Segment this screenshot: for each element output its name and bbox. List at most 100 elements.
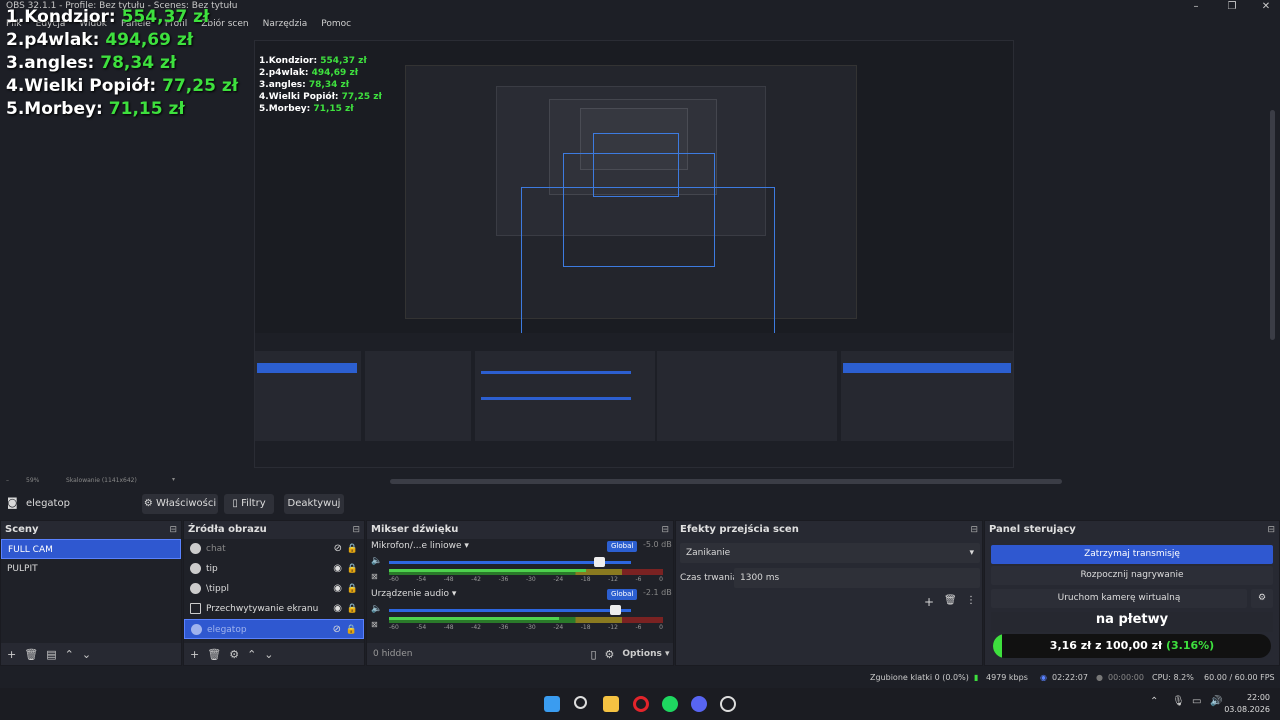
- windows-start-icon[interactable]: [544, 696, 560, 712]
- lock-icon[interactable]: 🔒: [347, 539, 358, 559]
- file-explorer-icon[interactable]: [603, 696, 619, 712]
- dock-menu-icon[interactable]: ⊟: [970, 521, 978, 539]
- zoom-minus-button[interactable]: –: [6, 477, 9, 484]
- chevron-up-icon[interactable]: ⌃: [1150, 696, 1158, 707]
- start-recording-button[interactable]: Rozpocznij nagrywanie: [991, 566, 1273, 585]
- source-item-elegatop[interactable]: elegatop ⊘ 🔒: [184, 619, 364, 639]
- discord-icon[interactable]: [691, 696, 707, 712]
- trash-icon[interactable]: 🗑: [944, 595, 957, 606]
- preview-dock-reflection: [255, 333, 1013, 467]
- eye-icon[interactable]: ◉: [333, 599, 342, 619]
- fps: 60.00 / 60.00 FPS: [1204, 673, 1275, 682]
- monitor-icon[interactable]: ⊠: [371, 620, 378, 629]
- filter-icon[interactable]: ▤: [46, 648, 56, 661]
- filters-button[interactable]: ▯ Filtry: [224, 494, 274, 514]
- speaker-icon[interactable]: 🔈: [371, 556, 382, 566]
- preview-mixer-panel: [475, 351, 655, 441]
- close-button[interactable]: ✕: [1254, 0, 1278, 14]
- lock-icon[interactable]: 🔒: [347, 599, 358, 619]
- gear-icon[interactable]: ⚙: [1251, 589, 1273, 608]
- microphone-icon[interactable]: 🎙: [1172, 696, 1185, 707]
- dock-menu-icon[interactable]: ⊟: [169, 521, 177, 539]
- volume-slider-handle[interactable]: [593, 557, 605, 567]
- transitions-body: Zanikanie ▾ Czas trwania 1300 ms + 🗑 ⋮: [676, 539, 982, 643]
- maximize-button[interactable]: ❐: [1220, 0, 1244, 14]
- stream-time: 02:22:07: [1052, 673, 1088, 682]
- sources-list: chat ⊘ 🔒 tip ◉ 🔒 \tippl ◉ 🔒 Przechwytywa…: [184, 539, 364, 643]
- opera-icon[interactable]: [633, 696, 649, 712]
- volume-slider-handle[interactable]: [610, 605, 622, 615]
- move-up-icon[interactable]: ⌃: [65, 648, 74, 661]
- mixer-toolbar: 0 hidden ▯ ⚙ Options ▾: [367, 643, 673, 665]
- global-badge[interactable]: Global: [607, 589, 638, 600]
- add-scene-icon[interactable]: +: [7, 648, 16, 661]
- sources-toolbar: + 🗑 ⚙ ⌃ ⌄: [184, 643, 364, 665]
- zoom-percent[interactable]: 59%: [26, 477, 39, 484]
- trash-icon[interactable]: 🗑: [207, 648, 221, 661]
- speaker-icon[interactable]: 🔈: [371, 604, 382, 614]
- global-badge[interactable]: Global: [607, 541, 638, 552]
- properties-button[interactable]: ⚙ Właściwości: [142, 494, 218, 514]
- more-icon[interactable]: ⋮: [966, 595, 976, 606]
- eye-hidden-icon[interactable]: ⊘: [334, 539, 342, 559]
- hidden-count: 0 hidden: [373, 649, 413, 659]
- eye-icon[interactable]: ◉: [333, 559, 342, 579]
- stream-icon: ◉: [1040, 673, 1047, 682]
- source-item-chat[interactable]: chat ⊘ 🔒: [184, 539, 364, 559]
- scene-item-full-cam[interactable]: FULL CAM: [1, 539, 181, 559]
- volume-slider[interactable]: [389, 605, 631, 615]
- volume-icon[interactable]: 🔊: [1210, 696, 1222, 707]
- lock-icon[interactable]: 🔒: [347, 579, 358, 599]
- trash-icon[interactable]: 🗑: [24, 648, 38, 661]
- selected-source-name: elegatop: [26, 498, 70, 509]
- move-down-icon[interactable]: ⌄: [264, 648, 273, 661]
- add-icon[interactable]: +: [924, 595, 934, 609]
- dock-menu-icon[interactable]: ⊟: [661, 521, 669, 539]
- menu-tools[interactable]: Narzędzia: [263, 16, 308, 32]
- volume-slider[interactable]: [389, 557, 631, 567]
- controls-dock: Panel sterujący ⊟ Zatrzymaj transmisję R…: [984, 520, 1280, 666]
- duration-input[interactable]: 1300 ms: [734, 568, 980, 588]
- dock-menu-icon[interactable]: ⊟: [352, 521, 360, 539]
- preview-scene-selected: [257, 363, 357, 373]
- minimize-button[interactable]: –: [1184, 0, 1208, 14]
- move-up-icon[interactable]: ⌃: [247, 648, 256, 661]
- search-icon[interactable]: [574, 696, 587, 709]
- chevron-down-icon[interactable]: ▾: [172, 476, 175, 483]
- monitor-icon[interactable]: ⊠: [371, 572, 378, 581]
- preview-canvas[interactable]: 1.Kondzior: 554,37 zł 2.p4wlak: 494,69 z…: [254, 40, 1014, 468]
- options-button[interactable]: Options ▾: [622, 649, 669, 659]
- source-item-screen-capture[interactable]: Przechwytywanie ekranu ◉ 🔒: [184, 599, 364, 619]
- chevron-down-icon: ▾: [451, 589, 457, 599]
- eye-hidden-icon[interactable]: ⊘: [333, 620, 341, 640]
- preview-horizontal-scrollbar[interactable]: [390, 479, 1062, 484]
- preview-stop-button: [843, 363, 1011, 373]
- lock-icon[interactable]: 🔒: [347, 559, 358, 579]
- dock-menu-icon[interactable]: ⊟: [1267, 521, 1275, 539]
- monitor-icon: [190, 603, 201, 614]
- source-item-tip[interactable]: tip ◉ 🔒: [184, 559, 364, 579]
- spotify-icon[interactable]: [662, 696, 678, 712]
- eye-icon[interactable]: ◉: [333, 579, 342, 599]
- source-item-tippl[interactable]: \tippl ◉ 🔒: [184, 579, 364, 599]
- preview-scenes-panel: [255, 351, 361, 441]
- stop-stream-button[interactable]: Zatrzymaj transmisję: [991, 545, 1273, 564]
- preview-vertical-scrollbar[interactable]: [1270, 110, 1275, 340]
- clock[interactable]: 22:00 03.08.2026: [1224, 692, 1270, 716]
- scene-item-pulpit[interactable]: PULPIT: [1, 559, 181, 579]
- goal-text: 3,16 zł z 100,00 zł (3.16%): [1049, 639, 1215, 652]
- transition-select[interactable]: Zanikanie ▾: [680, 543, 980, 563]
- deactivate-button[interactable]: Deaktywuj: [284, 494, 344, 514]
- gear-icon[interactable]: ⚙: [605, 648, 615, 661]
- network-icon[interactable]: ▭: [1192, 696, 1201, 707]
- add-source-icon[interactable]: +: [190, 648, 199, 661]
- move-down-icon[interactable]: ⌄: [82, 648, 91, 661]
- goal-progress-bar: 3,16 zł z 100,00 zł (3.16%): [993, 634, 1271, 658]
- menu-help[interactable]: Pomoc: [321, 16, 351, 32]
- layout-icon[interactable]: ▯: [590, 648, 596, 661]
- obs-icon[interactable]: [720, 696, 736, 712]
- gear-icon[interactable]: ⚙: [229, 648, 239, 661]
- lock-icon[interactable]: 🔒: [346, 620, 357, 640]
- mixer-channel-mic: Mikrofon/...e liniowe ▾ Global -5.0 dB 🔈…: [367, 539, 673, 587]
- virtual-camera-button[interactable]: Uruchom kamerę wirtualną: [991, 589, 1247, 608]
